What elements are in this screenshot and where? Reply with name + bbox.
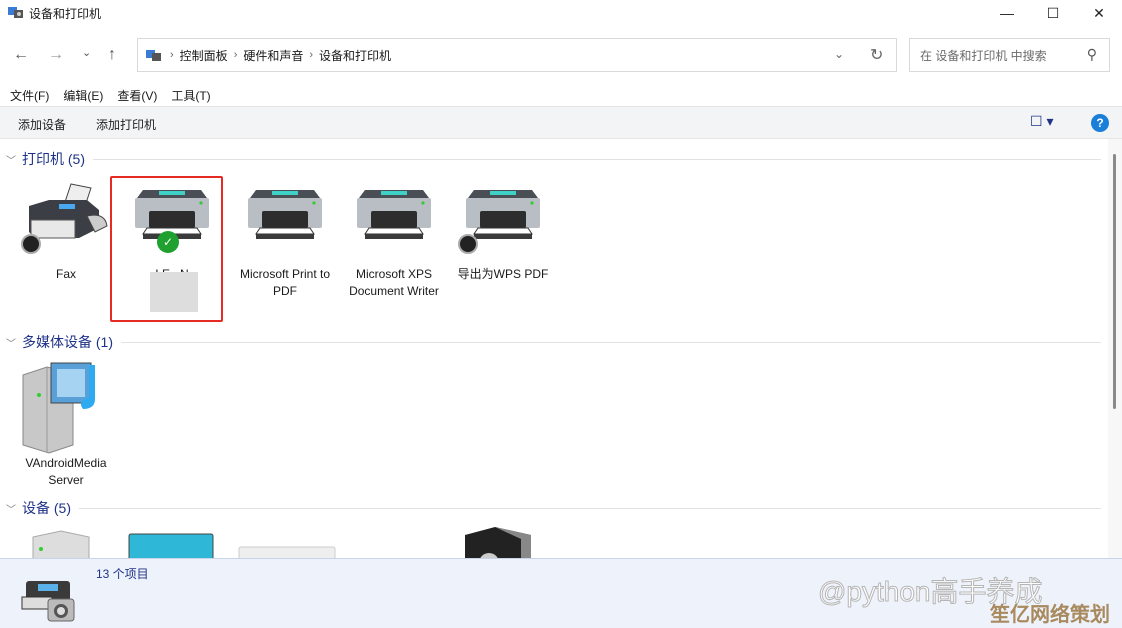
recent-locations-button[interactable]: ⌄	[82, 46, 91, 59]
search-input[interactable]: 在 设备和打印机 中搜索 ⚲	[909, 38, 1110, 72]
monitor-icon	[127, 527, 217, 558]
help-button[interactable]: ?	[1091, 114, 1109, 132]
refresh-button[interactable]: ↻	[870, 45, 883, 65]
fax-icon	[21, 176, 111, 266]
breadcrumb-control-panel[interactable]: 控制面板	[180, 47, 228, 64]
group-title: 打印机 (5)	[22, 149, 85, 169]
chevron-down-icon[interactable]: ﹀	[6, 335, 16, 350]
menu-tools[interactable]: 工具(T)	[171, 87, 210, 105]
device-item[interactable]	[228, 527, 336, 558]
tower-icon	[21, 527, 111, 558]
add-printer-button[interactable]: 添加打印机	[96, 116, 156, 133]
chevron-right-icon: ›	[234, 49, 238, 61]
device-item[interactable]	[118, 527, 226, 558]
forward-button[interactable]: →	[48, 46, 64, 64]
address-dropdown-button[interactable]: ⌄	[834, 47, 844, 61]
device-label: Microsoft XPS Document Writer	[340, 266, 448, 300]
vertical-scrollbar[interactable]	[1108, 139, 1122, 558]
close-button[interactable]: ✕	[1076, 0, 1122, 26]
chevron-right-icon: ›	[170, 49, 174, 61]
add-device-button[interactable]: 添加设备	[18, 116, 66, 133]
menu-bar: 文件(F) 编辑(E) 查看(V) 工具(T)	[0, 87, 215, 105]
printer-icon	[349, 176, 439, 266]
change-view-button[interactable]: ☐ ▾	[1030, 113, 1053, 130]
breadcrumb-hardware-sound[interactable]: 硬件和声音	[243, 47, 303, 64]
menu-edit[interactable]: 编辑(E)	[63, 87, 103, 105]
window-title: 设备和打印机	[29, 5, 101, 22]
maximize-button[interactable]: ☐	[1030, 0, 1076, 26]
keyboard-icon	[237, 527, 327, 558]
search-icon[interactable]: ⚲	[1087, 46, 1097, 63]
search-placeholder: 在 设备和打印机 中搜索	[920, 47, 1047, 64]
breadcrumb-devices-printers[interactable]: 设备和打印机	[319, 47, 391, 64]
device-list: ﹀打印机 (5)Fax✓LE...NMicrosoft Print to PDF…	[0, 139, 1108, 558]
command-bar: 添加设备 添加打印机 ☐ ▾ ?	[0, 106, 1122, 139]
device-label: Microsoft Print to PDF	[231, 266, 339, 300]
watermark-text-2: 笙亿网络策划	[990, 598, 1110, 627]
clock-badge-icon	[21, 234, 41, 254]
device-label: Fax	[12, 266, 120, 283]
device-item[interactable]: Microsoft Print to PDF	[231, 176, 339, 300]
menu-file[interactable]: 文件(F)	[10, 87, 49, 105]
address-bar[interactable]: › 控制面板 › 硬件和声音 › 设备和打印机 ⌄ ↻	[137, 38, 897, 72]
device-item[interactable]: VAndroidMedia Server	[12, 355, 120, 489]
scrollbar-thumb[interactable]	[1113, 154, 1116, 409]
chevron-right-icon: ›	[309, 49, 313, 61]
device-item[interactable]	[446, 527, 554, 558]
control-panel-icon	[146, 48, 162, 62]
item-count: 13 个项目	[96, 565, 149, 582]
group-title: 设备 (5)	[22, 498, 71, 518]
group-header[interactable]: ﹀ 设备 (5)	[6, 498, 1101, 518]
title-bar: 设备和打印机 — ☐ ✕	[0, 0, 1122, 26]
device-item[interactable]: Microsoft XPS Document Writer	[340, 176, 448, 300]
clock-badge-icon	[458, 234, 478, 254]
devices-printers-icon	[8, 5, 24, 19]
blurred-name-mask	[150, 272, 198, 312]
chevron-down-icon[interactable]: ﹀	[6, 152, 16, 167]
back-button[interactable]: ←	[13, 46, 29, 64]
device-item[interactable]: Fax	[12, 176, 120, 283]
devices-printers-large-icon	[20, 575, 78, 625]
device-label: VAndroidMedia Server	[12, 455, 120, 489]
divider	[121, 342, 1101, 343]
menu-view[interactable]: 查看(V)	[117, 87, 157, 105]
device-label: 导出为WPS PDF	[449, 266, 557, 283]
group-title: 多媒体设备 (1)	[22, 332, 113, 352]
chevron-down-icon[interactable]: ﹀	[6, 501, 16, 516]
divider	[79, 508, 1101, 509]
media-server-icon	[21, 355, 111, 455]
printer-icon	[458, 176, 548, 266]
group-header[interactable]: ﹀ 多媒体设备 (1)	[6, 332, 1101, 352]
up-button[interactable]: ↑	[108, 46, 116, 64]
minimize-button[interactable]: —	[984, 0, 1030, 26]
navigation-bar: ← → ⌄ ↑ › 控制面板 › 硬件和声音 › 设备和打印机 ⌄ ↻ 在 设备…	[0, 38, 1122, 73]
device-item[interactable]: 导出为WPS PDF	[449, 176, 557, 283]
speaker-icon	[455, 527, 545, 558]
device-item[interactable]	[12, 527, 120, 558]
divider	[93, 159, 1101, 160]
device-item[interactable]	[336, 527, 444, 558]
blank-icon	[345, 527, 435, 558]
group-header[interactable]: ﹀ 打印机 (5)	[6, 149, 1101, 169]
printer-icon	[240, 176, 330, 266]
